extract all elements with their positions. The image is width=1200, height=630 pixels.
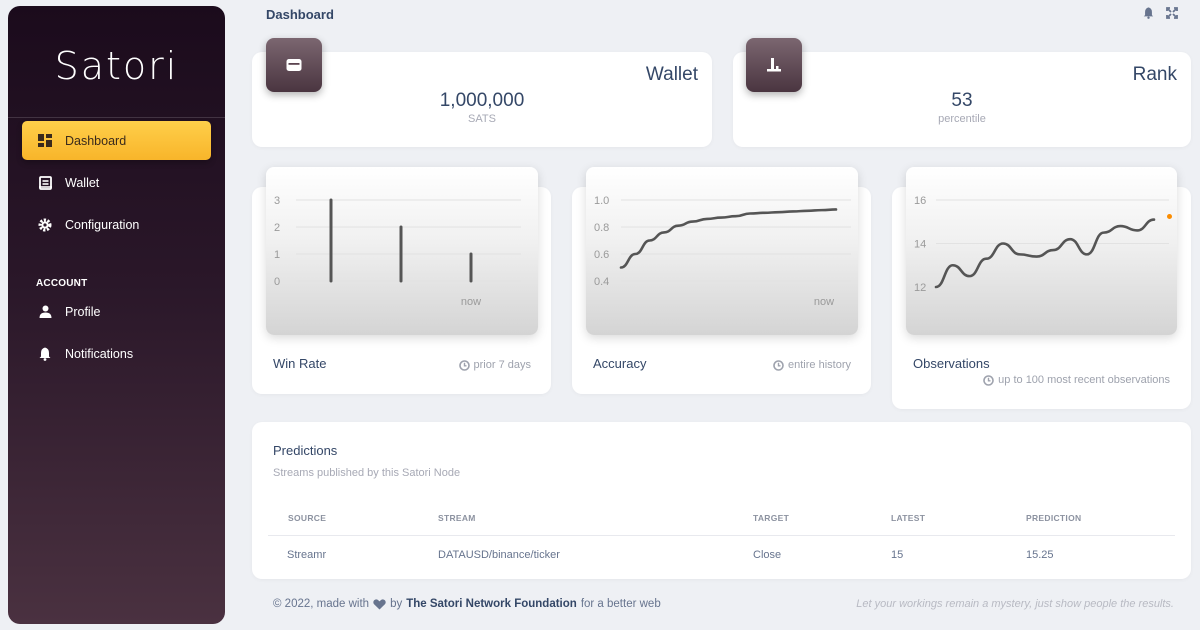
- sidebar-item-configuration[interactable]: Configuration: [22, 205, 211, 244]
- accuracy-note: entire history: [773, 359, 851, 371]
- clock-icon: [983, 374, 994, 386]
- observations-title: Observations: [913, 356, 990, 371]
- sidebar-item-notifications[interactable]: Notifications: [22, 334, 211, 373]
- fullscreen-icon[interactable]: [1166, 6, 1178, 24]
- clock-icon: [458, 359, 470, 371]
- column-header-target[interactable]: TARGET: [753, 513, 789, 523]
- column-header-prediction[interactable]: PREDICTION: [1026, 513, 1081, 523]
- column-header-stream[interactable]: STREAM: [438, 513, 476, 523]
- y-tick-label: 14: [914, 239, 926, 251]
- footer-suffix: for a better web: [580, 598, 661, 610]
- gear-icon: [38, 218, 52, 232]
- wallet-icon: [38, 175, 52, 190]
- rank-value: 53: [951, 90, 973, 111]
- wallet-unit: SATS: [468, 113, 496, 125]
- sidebar-item-label: Notifications: [65, 346, 134, 361]
- sidebar-item-label: Dashboard: [65, 133, 127, 148]
- footer-by: by: [390, 598, 403, 610]
- brand-logo[interactable]: Satori: [8, 44, 225, 88]
- predictions-card: Predictions Streams published by this Sa…: [252, 422, 1191, 579]
- accuracy-title: Accuracy: [593, 356, 647, 371]
- podium-icon: [746, 38, 802, 92]
- rank-unit: percentile: [938, 113, 986, 125]
- y-tick-label: 1: [274, 249, 280, 261]
- sidebar-item-label: Wallet: [65, 175, 100, 190]
- y-tick-label: 2: [274, 222, 280, 234]
- user-icon: [38, 305, 52, 319]
- footer-prefix: © 2022, made with: [273, 598, 370, 610]
- sidebar-item-label: Configuration: [65, 217, 140, 232]
- footer-org-link[interactable]: The Satori Network Foundation: [406, 598, 577, 610]
- table-header-divider: [268, 535, 1175, 536]
- brand-name: Satori: [54, 44, 179, 88]
- series-line: [619, 208, 838, 269]
- rank-title: Rank: [1132, 64, 1177, 85]
- sidebar-divider: [8, 117, 225, 118]
- win-rate-title: Win Rate: [273, 356, 327, 371]
- x-tick-label: now: [814, 296, 834, 308]
- cell-target: Close: [753, 549, 782, 561]
- cell-source: Streamr: [287, 549, 327, 561]
- predictions-subtitle: Streams published by this Satori Node: [273, 467, 461, 479]
- top-toolbar: [1143, 6, 1178, 24]
- column-header-source[interactable]: SOURCE: [288, 513, 326, 523]
- observations-plot: 12 14 16: [914, 195, 1169, 294]
- cell-stream: DATAUSD/binance/ticker: [438, 549, 560, 561]
- win-rate-chart: 0 1 2 3 now: [266, 167, 538, 335]
- series-line: [934, 218, 1156, 289]
- observations-note-text: up to 100 most recent observations: [998, 374, 1170, 386]
- sidebar-item-wallet[interactable]: Wallet: [22, 163, 211, 202]
- clock-icon: [773, 359, 784, 371]
- cell-latest: 15: [891, 549, 904, 561]
- y-tick-label: 12: [914, 282, 926, 294]
- wallet-title: Wallet: [645, 64, 698, 85]
- accuracy-chart: 0.4 0.6 0.8 1.0 now: [586, 167, 858, 335]
- predictions-title: Predictions: [273, 443, 338, 458]
- win-rate-note: prior 7 days: [458, 359, 531, 371]
- accuracy-note-text: entire history: [788, 359, 851, 371]
- observations-status-dot: [1167, 214, 1172, 219]
- x-tick-label: now: [461, 296, 481, 308]
- heart-icon: [373, 598, 386, 609]
- bell-icon[interactable]: [1143, 6, 1154, 24]
- observations-chart: 12 14 16: [906, 167, 1177, 335]
- wallet-balance: 1,000,000: [439, 90, 525, 111]
- y-tick-label: 1.0: [594, 195, 609, 207]
- bell-icon: [38, 347, 52, 361]
- dashboard-icon: [38, 134, 52, 148]
- sidebar-item-profile[interactable]: Profile: [22, 292, 211, 331]
- y-tick-label: 0: [274, 276, 280, 288]
- y-tick-label: 0.8: [594, 222, 609, 234]
- wallet-card-icon: [266, 38, 322, 92]
- observations-note: up to 100 most recent observations: [983, 374, 1170, 386]
- accuracy-plot: 0.4 0.6 0.8 1.0 now: [594, 195, 851, 308]
- win-rate-note-text: prior 7 days: [473, 359, 531, 371]
- account-section-label: ACCOUNT: [36, 278, 88, 289]
- win-rate-plot: 0 1 2 3 now: [274, 195, 521, 308]
- y-tick-label: 16: [914, 195, 926, 207]
- y-tick-label: 0.4: [594, 276, 609, 288]
- sidebar-item-label: Profile: [65, 304, 101, 319]
- page-title: Dashboard: [266, 7, 334, 22]
- footer-quote: Let your workings remain a mystery, just…: [856, 598, 1174, 610]
- column-header-latest[interactable]: LATEST: [891, 513, 925, 523]
- y-tick-label: 0.6: [594, 249, 609, 261]
- sidebar: Satori Dashboard Wallet Configuration AC…: [8, 6, 225, 624]
- sidebar-item-dashboard[interactable]: Dashboard: [22, 121, 211, 160]
- y-tick-label: 3: [274, 195, 280, 207]
- footer-credits: © 2022, made with by The Satori Network …: [273, 598, 661, 610]
- cell-prediction: 15.25: [1026, 549, 1054, 561]
